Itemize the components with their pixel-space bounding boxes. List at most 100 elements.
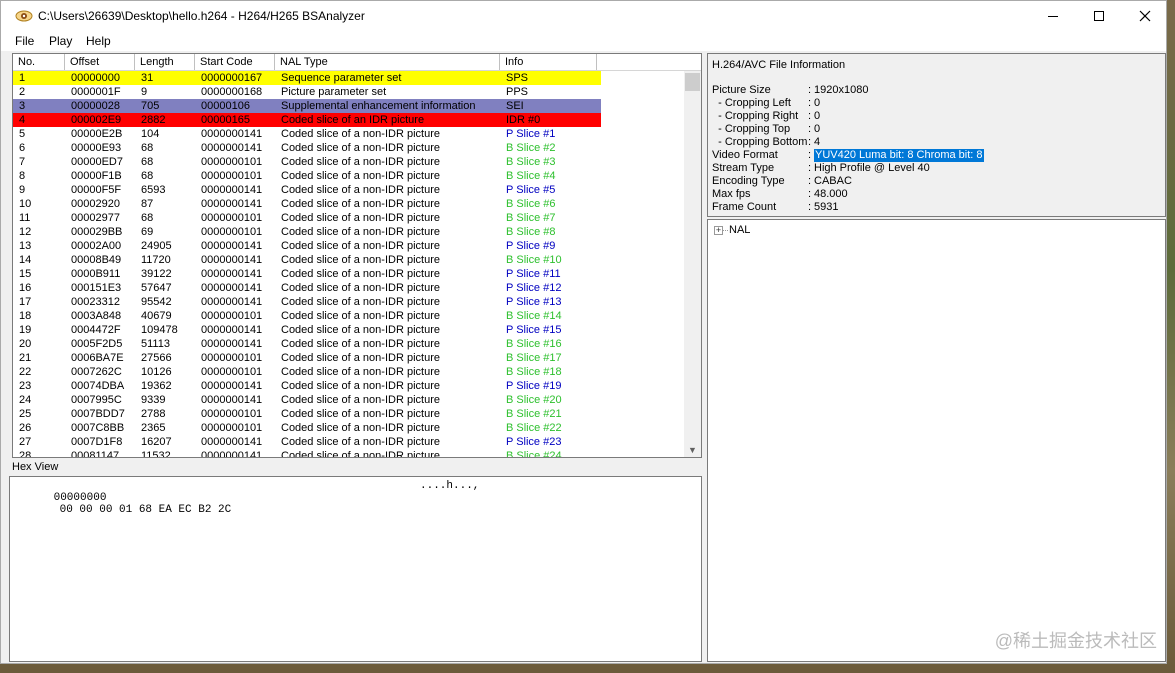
- menu-file[interactable]: File: [15, 34, 34, 48]
- table-row[interactable]: 15 0000B911 39122 0000000141 Coded slice of …: [13, 267, 601, 281]
- maximize-button[interactable]: [1076, 1, 1122, 31]
- cell-length: 11532: [141, 450, 171, 457]
- list-scrollbar[interactable]: ▼: [684, 71, 701, 457]
- info-value[interactable]: YUV420 Luma bit: 8 Chroma bit: 8: [814, 149, 984, 162]
- minimize-button[interactable]: [1030, 1, 1076, 31]
- cell-offset: 00074DBA: [71, 380, 125, 392]
- col-info[interactable]: Info: [500, 54, 597, 70]
- hex-offset: 00000000: [53, 492, 107, 504]
- cell-info: B Slice #18: [506, 366, 562, 378]
- col-length[interactable]: Length: [135, 54, 195, 70]
- cell-offset: 000151E3: [71, 282, 122, 294]
- cell-nal-type: Coded slice of a non-IDR picture: [281, 128, 440, 140]
- hex-view[interactable]: 00000000 00 00 00 01 68 EA EC B2 2C ....…: [9, 476, 702, 662]
- cell-offset: 00000F1B: [71, 170, 122, 182]
- table-row[interactable]: 27 0007D1F8 16207 0000000141 Coded slice of …: [13, 435, 601, 449]
- info-colon: :: [808, 201, 812, 213]
- table-row[interactable]: 26 0007C8BB 2365 0000000101 Coded slice of a…: [13, 421, 601, 435]
- cell-offset: 0007995C: [71, 394, 122, 406]
- cell-nal-type: Coded slice of a non-IDR picture: [281, 436, 440, 448]
- col-start-code[interactable]: Start Code: [195, 54, 275, 70]
- table-row[interactable]: 17 00023312 95542 0000000141 Coded slice of …: [13, 295, 601, 309]
- cell-nal-type: Coded slice of a non-IDR picture: [281, 324, 440, 336]
- title-bar[interactable]: C:\Users\26639\Desktop\hello.h264 - H264…: [1, 1, 1166, 31]
- table-row[interactable]: 23 00074DBA 19362 0000000141 Coded slice of …: [13, 379, 601, 393]
- info-colon: :: [808, 136, 812, 148]
- menu-help[interactable]: Help: [86, 34, 111, 48]
- col-offset[interactable]: Offset: [65, 54, 135, 70]
- table-row[interactable]: 11 00002977 68 0000000101 Coded slice of a n…: [13, 211, 601, 225]
- cell-nal-type: Coded slice of a non-IDR picture: [281, 338, 440, 350]
- cell-start-code: 0000000141: [201, 450, 263, 457]
- table-row[interactable]: 18 0003A848 40679 0000000101 Coded slice of …: [13, 309, 601, 323]
- cell-offset: 0000B911: [71, 268, 121, 280]
- cell-no: 5: [19, 128, 26, 140]
- table-row[interactable]: 7 00000ED7 68 0000000101 Coded slice of a no…: [13, 155, 601, 169]
- hex-ascii: ....h...,: [420, 480, 480, 492]
- table-row[interactable]: 22 0007262C 10126 0000000101 Coded slice of …: [13, 365, 601, 379]
- table-row[interactable]: 25 0007BDD7 2788 0000000101 Coded slice of a…: [13, 407, 601, 421]
- close-button[interactable]: [1122, 1, 1168, 31]
- cell-start-code: 0000000141: [201, 184, 263, 196]
- cell-length: 11720: [141, 254, 171, 266]
- cell-length: 40679: [141, 310, 172, 322]
- table-row[interactable]: 19 0004472F 109478 0000000141 Coded slice of…: [13, 323, 601, 337]
- tree-expand-icon[interactable]: +: [714, 226, 723, 235]
- table-row[interactable]: 28 00081147 11532 0000000141 Coded slice of …: [13, 449, 601, 457]
- table-row[interactable]: 21 0006BA7E 27566 0000000101 Coded slice of …: [13, 351, 601, 365]
- cell-nal-type: Coded slice of a non-IDR picture: [281, 212, 440, 224]
- cell-length: 2788: [141, 408, 166, 420]
- cell-nal-type: Coded slice of a non-IDR picture: [281, 282, 440, 294]
- table-row[interactable]: 24 0007995C 9339 0000000141 Coded slice of a…: [13, 393, 601, 407]
- cell-no: 13: [19, 240, 32, 252]
- cell-length: 109478: [141, 324, 178, 336]
- cell-offset: 0003A848: [71, 310, 122, 322]
- menu-play[interactable]: Play: [49, 34, 72, 48]
- info-key: - Cropping Top: [712, 123, 791, 135]
- cell-info: B Slice #3: [506, 156, 556, 168]
- nal-tree-view[interactable]: + NAL @稀土掘金技术社区: [707, 219, 1166, 662]
- table-row[interactable]: 10 00002920 87 0000000141 Coded slice of a n…: [13, 197, 601, 211]
- cell-offset: 000029BB: [71, 226, 123, 238]
- cell-no: 1: [19, 72, 26, 84]
- cell-length: 27566: [141, 352, 172, 364]
- cell-no: 22: [19, 366, 32, 378]
- cell-start-code: 0000000101: [201, 226, 263, 238]
- watermark: @稀土掘金技术社区: [994, 631, 1157, 651]
- list-header: No. Offset Length Start Code NAL Type In…: [13, 54, 701, 71]
- table-row[interactable]: 16 000151E3 57647 0000000141 Coded slice of …: [13, 281, 601, 295]
- cell-no: 11: [19, 212, 31, 224]
- cell-no: 6: [19, 142, 26, 154]
- col-nal-type[interactable]: NAL Type: [275, 54, 500, 70]
- file-info-heading: H.264/AVC File Information: [712, 59, 846, 71]
- scrollbar-thumb[interactable]: [685, 73, 700, 91]
- cell-start-code: 0000000141: [201, 380, 263, 392]
- table-row[interactable]: 3 00000028 705 00000106 Supplemental enhance…: [13, 99, 601, 113]
- cell-info: B Slice #2: [506, 142, 556, 154]
- table-row[interactable]: 9 00000F5F 6593 0000000141 Coded slice of a …: [13, 183, 601, 197]
- cell-info: SPS: [506, 72, 529, 84]
- cell-start-code: 0000000141: [201, 282, 263, 294]
- cell-start-code: 00000106: [201, 100, 250, 112]
- cell-offset: 00000F5F: [71, 184, 122, 196]
- cell-nal-type: Coded slice of a non-IDR picture: [281, 156, 440, 168]
- cell-start-code: 0000000141: [201, 338, 263, 350]
- cell-info: B Slice #4: [506, 170, 556, 182]
- table-row[interactable]: 6 00000E93 68 0000000141 Coded slice of a no…: [13, 141, 601, 155]
- table-row[interactable]: 4 000002E9 2882 00000165 Coded slice of an I…: [13, 113, 601, 127]
- cell-length: 87: [141, 198, 154, 210]
- nal-list-view[interactable]: No. Offset Length Start Code NAL Type In…: [12, 53, 702, 458]
- table-row[interactable]: 2 0000001F 9 0000000168 Picture parameter se…: [13, 85, 601, 99]
- cell-offset: 00002977: [71, 212, 120, 224]
- table-row[interactable]: 13 00002A00 24905 0000000141 Coded slice of …: [13, 239, 601, 253]
- scroll-down-icon[interactable]: ▼: [684, 443, 701, 457]
- table-row[interactable]: 20 0005F2D5 51113 0000000141 Coded slice of …: [13, 337, 601, 351]
- table-row[interactable]: 5 00000E2B 104 0000000141 Coded slice of a n…: [13, 127, 601, 141]
- table-row[interactable]: 12 000029BB 69 0000000101 Coded slice of a n…: [13, 225, 601, 239]
- tree-node-nal[interactable]: NAL: [729, 224, 750, 236]
- table-row[interactable]: 14 00008B49 11720 0000000141 Coded slice of …: [13, 253, 601, 267]
- table-row[interactable]: 8 00000F1B 68 0000000101 Coded slice of a no…: [13, 169, 601, 183]
- cell-start-code: 0000000141: [201, 142, 263, 154]
- table-row[interactable]: 1 00000000 31 0000000167 Sequence parameter …: [13, 71, 601, 85]
- col-no[interactable]: No.: [13, 54, 65, 70]
